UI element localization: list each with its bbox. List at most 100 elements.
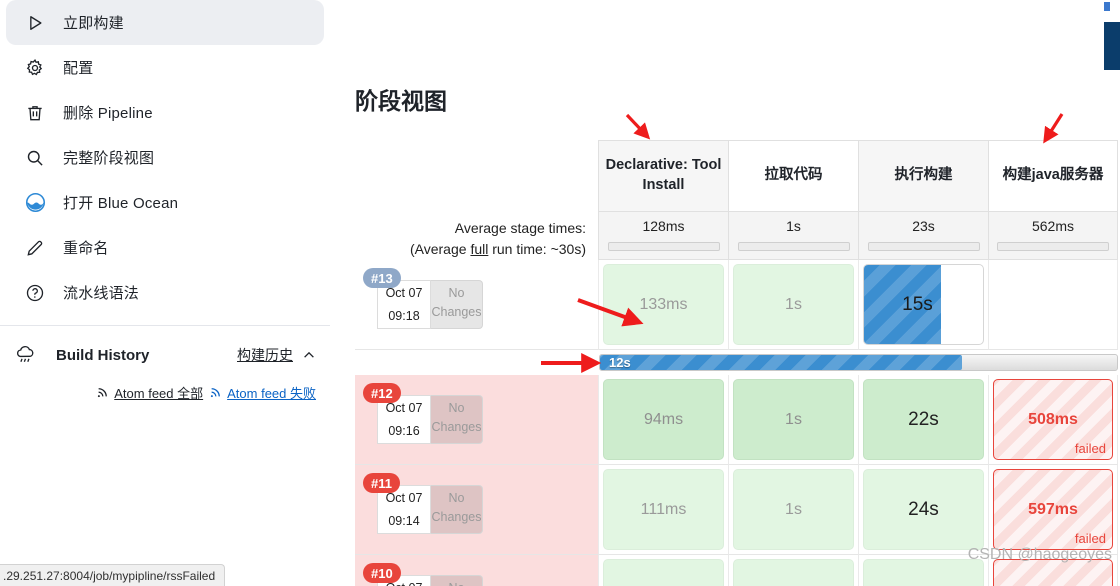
status-badge: failed xyxy=(1074,441,1106,456)
average-label-line1: Average stage times: xyxy=(454,220,586,236)
atom-feed-failed-label: Atom feed 失败 xyxy=(227,385,316,401)
stage-failed: 508ms failed xyxy=(993,379,1113,460)
build-number-badge[interactable]: #11 xyxy=(363,473,400,493)
question-circle-icon xyxy=(20,280,50,306)
stage-running: 15s xyxy=(863,264,984,345)
sidebar-item-full-stage-view[interactable]: 完整阶段视图 xyxy=(6,135,324,180)
build-history-link[interactable]: 构建历史 xyxy=(237,345,293,365)
run-changes-line2: Changes xyxy=(431,509,482,524)
stage-duration: 1s xyxy=(733,379,854,460)
run-changes-line2: Changes xyxy=(431,419,482,434)
jenkins-stage-view-page: 立即构建 配置 删除 Pipeline 完整阶段视图 打开 Blue Ocean… xyxy=(0,0,1120,586)
average-time: 562ms xyxy=(1031,218,1075,234)
overall-progress-row: 12s xyxy=(355,350,1120,375)
sidebar-item-label: 打开 Blue Ocean xyxy=(63,195,179,212)
run-changes[interactable]: No xyxy=(431,575,483,586)
build-number-badge[interactable]: #13 xyxy=(363,268,401,288)
build-history-header: Build History 构建历史 xyxy=(0,332,330,378)
stage-duration: 508ms xyxy=(1028,410,1078,428)
stage-duration: 1s xyxy=(733,469,854,550)
run-changes[interactable]: No Changes xyxy=(431,280,483,329)
stage-cell[interactable]: 157ms xyxy=(598,555,728,586)
average-bar xyxy=(997,242,1109,251)
average-time: 23s xyxy=(912,218,935,234)
run-changes[interactable]: No Changes xyxy=(431,485,483,534)
atom-feed-failed-link[interactable]: Atom feed 失败 xyxy=(209,383,316,402)
stage-cell[interactable]: 508ms failed xyxy=(988,375,1118,465)
average-cell: 23s xyxy=(858,212,988,260)
chevron-up-icon[interactable] xyxy=(302,348,316,362)
table-row[interactable]: #13 Oct 07 09:18 No Changes 133ms 1s 15s xyxy=(355,260,1120,350)
run-changes-line2: Changes xyxy=(431,304,482,319)
stage-cell[interactable]: 24s xyxy=(858,465,988,555)
stage-cell[interactable]: 597ms failed xyxy=(988,465,1118,555)
stage-duration: 24s xyxy=(863,559,984,586)
build-number-badge[interactable]: #10 xyxy=(363,563,401,583)
gear-icon xyxy=(20,55,50,81)
average-time: 128ms xyxy=(642,218,685,234)
stage-cell[interactable]: 22s xyxy=(858,375,988,465)
pencil-icon xyxy=(20,235,50,261)
stage-header-build-java-server[interactable]: 构建java服务器 xyxy=(988,140,1118,212)
stage-duration: 24s xyxy=(863,469,984,550)
stage-cell[interactable]: 94ms xyxy=(598,375,728,465)
build-number-badge[interactable]: #12 xyxy=(363,383,401,403)
sidebar-item-delete-pipeline[interactable]: 删除 Pipeline xyxy=(6,90,324,135)
search-icon xyxy=(20,145,50,171)
sidebar-item-pipeline-syntax[interactable]: 流水线语法 xyxy=(6,270,324,315)
sidebar-item-configure[interactable]: 配置 xyxy=(6,45,324,90)
run-meta[interactable]: #10 Oct 07 No xyxy=(355,555,598,586)
run-changes[interactable]: No Changes xyxy=(431,395,483,444)
run-changes-line1: No xyxy=(448,401,465,415)
stage-duration: 157ms xyxy=(603,559,724,586)
stage-cell[interactable]: 111ms xyxy=(598,465,728,555)
stage-cell[interactable]: 1s xyxy=(728,375,858,465)
sidebar-item-label: 完整阶段视图 xyxy=(63,150,155,167)
stage-cell[interactable]: 15s xyxy=(858,260,988,350)
average-stage-times-label: Average stage times: (Average full run t… xyxy=(355,212,598,260)
sidebar: 立即构建 配置 删除 Pipeline 完整阶段视图 打开 Blue Ocean… xyxy=(0,0,330,586)
right-edge-panel[interactable] xyxy=(1104,22,1120,70)
atom-feed-all-link[interactable]: Atom feed 全部 xyxy=(96,383,203,402)
header-spacer xyxy=(355,140,598,212)
stage-cell xyxy=(988,260,1118,350)
sidebar-item-rename[interactable]: 重命名 xyxy=(6,225,324,270)
run-date: Oct 07 xyxy=(385,491,423,505)
average-time: 1s xyxy=(786,218,801,234)
stage-failed: 597ms failed xyxy=(993,469,1113,550)
stage-cell[interactable]: 1s xyxy=(728,555,858,586)
run-changes-line1: No xyxy=(448,286,465,300)
atom-feed-row: Atom feed 全部 Atom feed 失败 xyxy=(0,378,330,406)
average-cell: 562ms xyxy=(988,212,1118,260)
avg-line2-underline: full xyxy=(470,241,489,257)
sidebar-divider xyxy=(0,325,330,326)
stage-header-declarative-tool-install[interactable]: Declarative: Tool Install xyxy=(598,140,728,212)
status-badge: failed xyxy=(1074,531,1106,546)
overall-progress-label: 12s xyxy=(609,355,631,370)
stage-view-table: Declarative: Tool Install 拉取代码 执行构建 构建ja… xyxy=(355,140,1120,586)
table-row[interactable]: #12 Oct 07 09:16 No Changes 94ms 1s 22s … xyxy=(355,375,1120,465)
table-row[interactable]: #11 Oct 07 09:14 No Changes 111ms 1s 24s… xyxy=(355,465,1120,555)
avg-line2-post: run time: ~30s) xyxy=(488,241,586,257)
average-bar xyxy=(737,242,850,251)
blue-ocean-icon xyxy=(20,190,50,216)
weather-cloud-icon xyxy=(14,345,44,365)
stage-cell[interactable]: 133ms xyxy=(598,260,728,350)
watermark: CSDN @haogeoyes xyxy=(967,546,1112,563)
stage-empty xyxy=(993,264,1113,345)
stage-header-row: Declarative: Tool Install 拉取代码 执行构建 构建ja… xyxy=(355,140,1120,212)
run-changes-line1: No xyxy=(448,491,465,505)
stage-cell[interactable]: 1s xyxy=(728,465,858,555)
run-date: Oct 07 xyxy=(385,401,423,415)
run-meta[interactable]: #11 Oct 07 09:14 No Changes xyxy=(355,465,598,555)
average-bar xyxy=(607,242,720,251)
stage-header-checkout-code[interactable]: 拉取代码 xyxy=(728,140,858,212)
sidebar-item-build-now[interactable]: 立即构建 xyxy=(6,0,324,45)
stage-cell[interactable]: 1s xyxy=(728,260,858,350)
stage-duration: 1s xyxy=(733,559,854,586)
run-meta[interactable]: #12 Oct 07 09:16 No Changes xyxy=(355,375,598,465)
stage-duration: 597ms xyxy=(1028,500,1078,518)
sidebar-item-open-blue-ocean[interactable]: 打开 Blue Ocean xyxy=(6,180,324,225)
run-meta[interactable]: #13 Oct 07 09:18 No Changes xyxy=(355,260,598,350)
stage-header-run-build[interactable]: 执行构建 xyxy=(858,140,988,212)
